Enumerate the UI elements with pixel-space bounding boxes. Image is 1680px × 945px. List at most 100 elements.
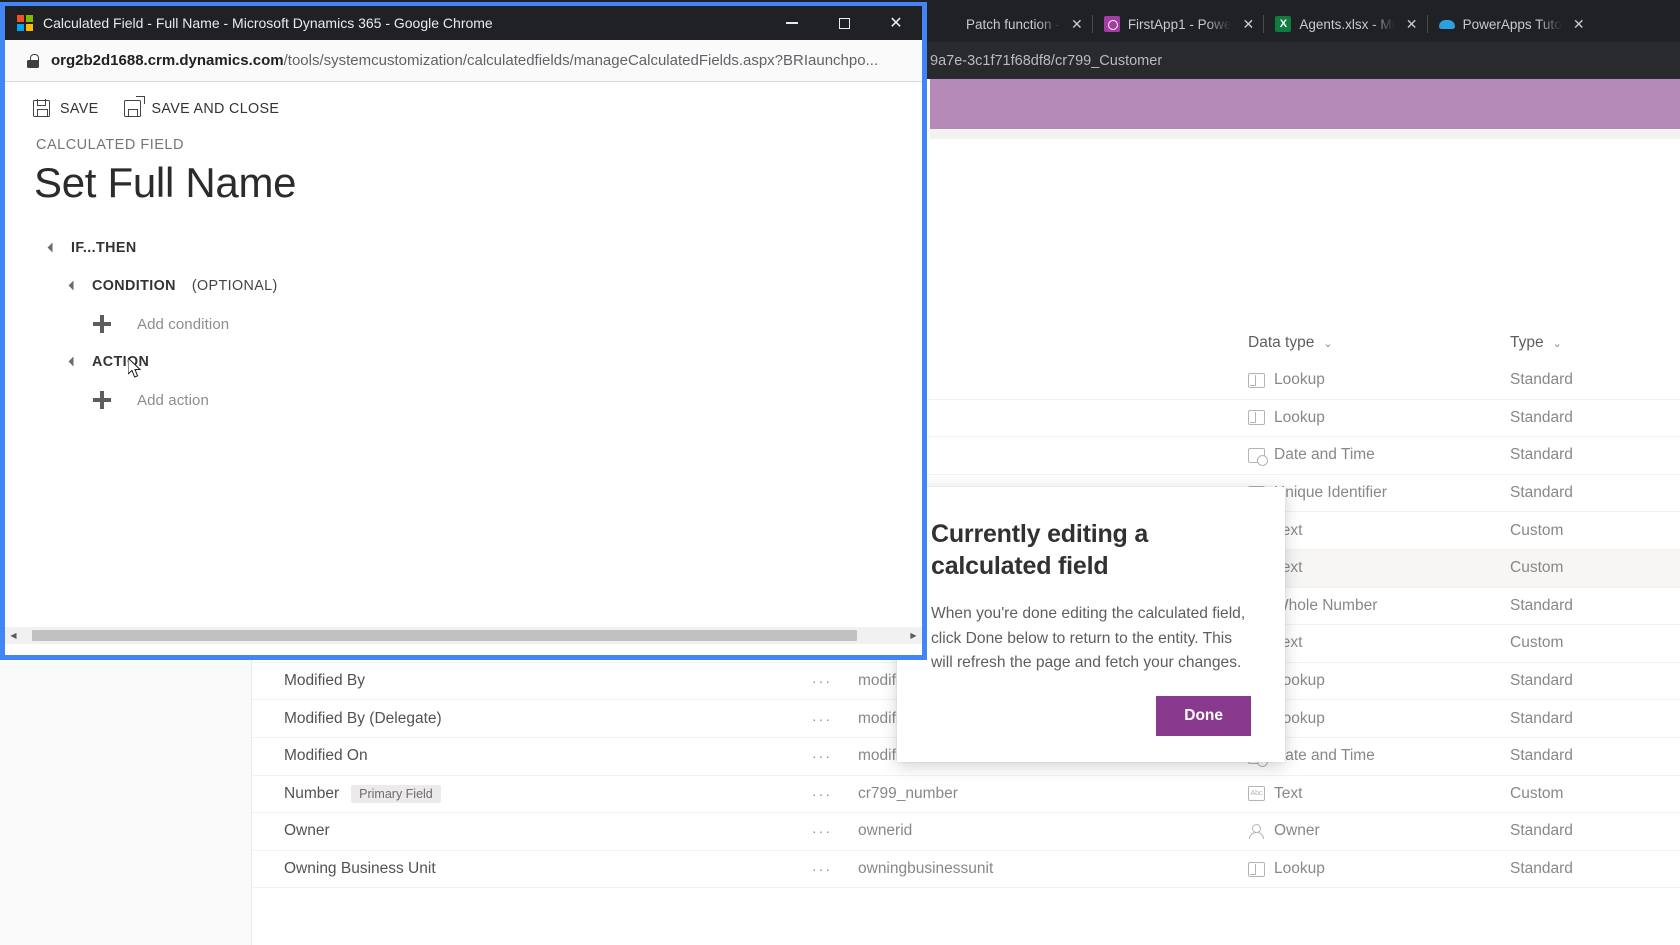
lookup-icon: [1248, 372, 1265, 388]
row-overflow-icon[interactable]: ···: [812, 711, 858, 727]
cell-type: Custom: [1510, 784, 1564, 802]
lookup-icon: [1248, 861, 1265, 877]
cell-display-name: Modified By: [284, 672, 365, 690]
browser-tab-title: Patch function -: [966, 16, 1060, 32]
chevron-expanded-icon[interactable]: [70, 357, 80, 367]
browser-tab-title: FirstApp1 - Powe: [1127, 16, 1232, 32]
row-overflow-icon[interactable]: ···: [812, 861, 858, 877]
tree-node-condition[interactable]: CONDITION (OPTIONAL): [5, 267, 922, 305]
popup-url-path: /tools/systemcustomization/calculatedfie…: [283, 52, 879, 69]
cell-logical-name: cr799_number: [858, 784, 958, 802]
tree-node-label: IF...THEN: [71, 240, 137, 256]
browser-tab-firstapp1[interactable]: FirstApp1 - Powe ✕: [1091, 6, 1264, 42]
cell-type: Standard: [1510, 709, 1573, 727]
text-icon: Abc: [1248, 786, 1265, 802]
cell-type: Standard: [1510, 446, 1573, 464]
popup-url: org2b2d1688.crm.dynamics.com/tools/syste…: [51, 52, 878, 69]
popup-address-bar[interactable]: org2b2d1688.crm.dynamics.com/tools/syste…: [5, 40, 922, 82]
microsoft-logo-icon: [17, 15, 33, 31]
save-and-close-button[interactable]: SAVE AND CLOSE: [124, 96, 280, 117]
cell-data-type: Whole Number: [1248, 597, 1510, 615]
cell-type: Custom: [1510, 559, 1564, 577]
cell-type: Standard: [1510, 672, 1573, 690]
browser-tab-title: PowerApps Tuto: [1462, 16, 1562, 32]
browser-tab-title: Agents.xlsx - Mi: [1299, 16, 1395, 32]
browser-tab-agents-xlsx[interactable]: X Agents.xlsx - Mi ✕: [1263, 6, 1426, 42]
cell-type: Custom: [1510, 634, 1564, 652]
browser-tab-patch-function[interactable]: Patch function - ✕: [930, 6, 1092, 42]
page-title: Set Full Name: [34, 159, 297, 206]
screen-root: Custom Connectors Gateways Flows Chatbot…: [0, 0, 1680, 945]
cell-type: Standard: [1510, 408, 1573, 426]
excel-favicon: X: [1275, 16, 1292, 32]
tree-node-label: ACTION: [92, 354, 150, 370]
scrollbar-track[interactable]: [22, 627, 905, 644]
powerapps-favicon: [1103, 16, 1120, 32]
add-action-button[interactable]: Add action: [5, 381, 922, 419]
tree-node-action[interactable]: ACTION: [5, 343, 922, 381]
cell-data-type: Lookup: [1248, 672, 1510, 690]
close-icon[interactable]: ✕: [1403, 15, 1421, 33]
cell-data-type: Lookup: [1248, 710, 1510, 728]
add-action-label: Add action: [137, 391, 209, 409]
chevron-expanded-icon[interactable]: [70, 281, 80, 291]
add-condition-button[interactable]: Add condition: [5, 305, 922, 343]
row-overflow-icon[interactable]: ···: [812, 823, 858, 839]
cell-data-type: AbcText: [1248, 785, 1510, 803]
scrollbar-thumb[interactable]: [32, 630, 857, 641]
scroll-right-arrow-icon[interactable]: ▶: [905, 627, 922, 644]
save-and-close-icon: [124, 96, 146, 117]
column-header-data-type[interactable]: Data type ⌄: [1248, 334, 1510, 352]
save-and-close-button-label: SAVE AND CLOSE: [151, 100, 280, 117]
column-header-type[interactable]: Type ⌄: [1510, 334, 1680, 352]
save-button-label: SAVE: [60, 100, 99, 117]
callout-title: Currently editing a calculated field: [931, 520, 1149, 580]
close-button[interactable]: ✕: [870, 6, 922, 40]
popup-title-bar[interactable]: Calculated Field - Full Name - Microsoft…: [5, 6, 922, 40]
cell-data-type: Unique Identifier: [1248, 484, 1510, 502]
row-overflow-icon[interactable]: ···: [812, 748, 858, 764]
close-icon[interactable]: ✕: [1570, 15, 1588, 33]
cell-type: Custom: [1510, 521, 1564, 539]
scroll-left-arrow-icon[interactable]: ◀: [5, 627, 22, 644]
owner-icon: [1248, 823, 1265, 839]
cell-data-type: Date and Time: [1248, 747, 1510, 767]
table-row[interactable]: Owner ··· ownerid Owner Standard: [252, 813, 1680, 851]
cell-type: Standard: [1510, 484, 1573, 502]
cell-display-name: Number Primary Field: [252, 784, 812, 803]
cell-data-type: AbcText: [1248, 522, 1510, 540]
minimize-button[interactable]: [766, 6, 818, 40]
cell-type: Standard: [1510, 860, 1573, 878]
close-icon[interactable]: ✕: [1068, 15, 1086, 33]
teaching-callout: Currently editing a calculated field Whe…: [897, 487, 1285, 762]
table-row[interactable]: Owning Business Unit ··· owningbusinessu…: [252, 851, 1680, 889]
plus-icon: [93, 391, 111, 409]
cell-display-name: Modified On: [284, 747, 368, 765]
done-button[interactable]: Done: [1156, 696, 1251, 736]
tree-node-if-then[interactable]: IF...THEN: [5, 229, 922, 267]
cell-logical-name: ownerid: [858, 822, 913, 840]
horizontal-scrollbar[interactable]: ◀ ▶: [5, 627, 922, 644]
tree-node-optional-label: (OPTIONAL): [191, 278, 278, 294]
cell-display-name: Modified By (Delegate): [284, 709, 442, 727]
cell-data-type: Date and Time: [1248, 446, 1510, 466]
row-overflow-icon[interactable]: ···: [812, 786, 858, 802]
save-button[interactable]: SAVE: [33, 99, 99, 117]
cell-type: Standard: [1510, 822, 1573, 840]
maximize-button[interactable]: [818, 6, 870, 40]
cell-data-type: Lookup: [1248, 860, 1510, 878]
chevron-expanded-icon[interactable]: [49, 243, 59, 253]
tree-node-label: CONDITION: [92, 278, 176, 294]
calculated-field-editor: SAVE SAVE AND CLOSE CALCULATED FIELD Set…: [5, 82, 922, 644]
table-row[interactable]: Number Primary Field ··· cr799_number Ab…: [252, 776, 1680, 814]
save-icon: [33, 99, 50, 117]
plus-icon: [93, 315, 111, 333]
row-overflow-icon[interactable]: ···: [812, 673, 858, 689]
onedrive-favicon: [1438, 16, 1455, 32]
cell-data-type: Lookup: [1248, 409, 1510, 427]
cell-data-type: Lookup: [1248, 371, 1510, 389]
browser-tab-powerapps-tutorial[interactable]: PowerApps Tuto ✕: [1426, 6, 1594, 42]
close-icon[interactable]: ✕: [1239, 15, 1257, 33]
cell-type: Standard: [1510, 371, 1573, 389]
browser-tabs: Patch function - ✕ FirstApp1 - Powe ✕ X …: [930, 0, 1594, 42]
